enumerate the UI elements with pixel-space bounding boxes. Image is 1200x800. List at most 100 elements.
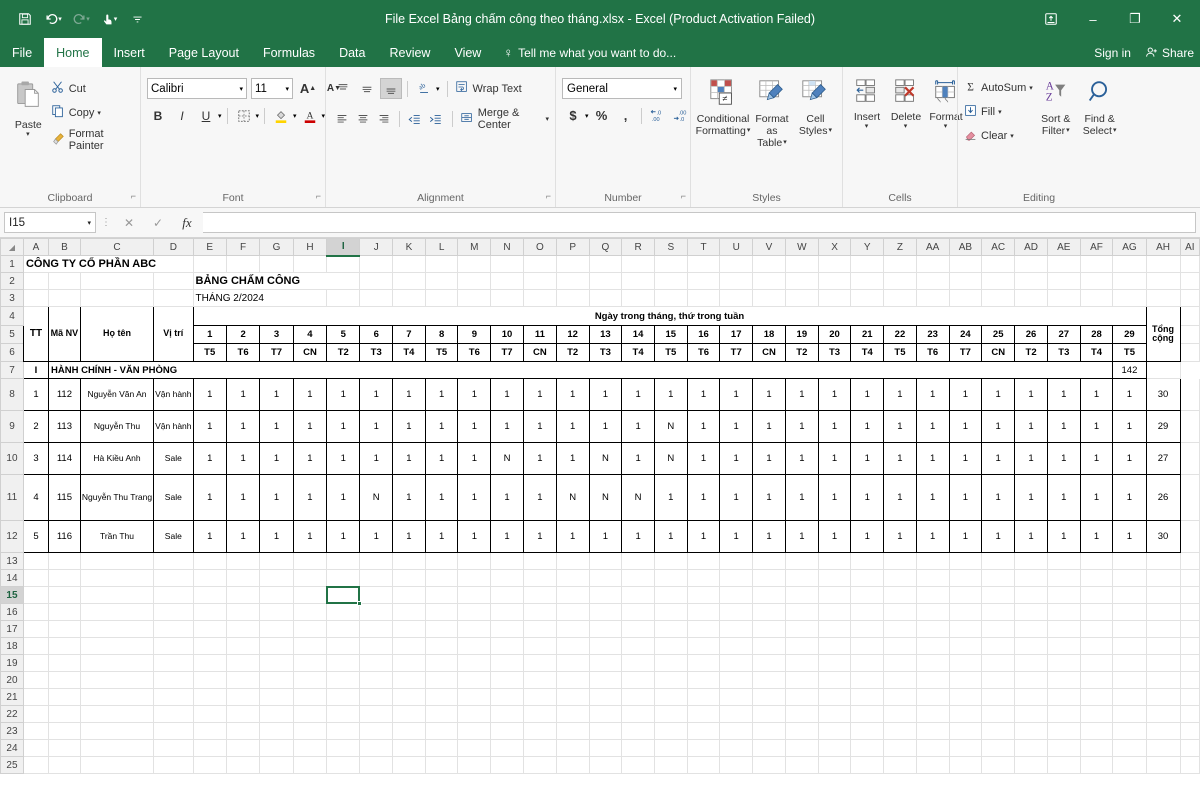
empty-cell[interactable] <box>153 552 194 570</box>
attendance-mark[interactable]: 1 <box>1014 474 1048 521</box>
empty-cell[interactable] <box>818 671 852 689</box>
empty-cell[interactable] <box>981 671 1016 689</box>
empty-cell[interactable] <box>359 756 394 774</box>
empty-cell[interactable] <box>1080 272 1114 290</box>
empty-cell[interactable] <box>556 739 590 757</box>
empty-cell[interactable] <box>752 739 786 757</box>
weekday-9[interactable]: T6 <box>457 343 492 362</box>
day-number-10[interactable]: 10 <box>490 325 524 344</box>
attendance-mark[interactable]: 1 <box>326 442 361 475</box>
column-header-e[interactable]: E <box>192 238 227 256</box>
attendance-mark[interactable]: 1 <box>392 474 426 521</box>
empty-cell[interactable] <box>654 603 688 621</box>
empty-cell[interactable] <box>589 705 623 723</box>
empty-cell[interactable] <box>1146 361 1181 379</box>
attendance-mark[interactable]: 1 <box>555 410 590 443</box>
attendance-mark[interactable]: 1 <box>915 442 950 475</box>
empty-cell[interactable] <box>193 255 227 273</box>
tab-home[interactable]: Home <box>44 38 102 67</box>
attendance-mark[interactable]: 1 <box>817 410 852 443</box>
empty-cell[interactable] <box>1146 671 1181 689</box>
empty-cell[interactable] <box>981 586 1016 604</box>
empty-cell[interactable] <box>883 603 917 621</box>
attendance-mark[interactable]: 1 <box>817 520 852 553</box>
empty-cell[interactable] <box>326 620 361 638</box>
empty-cell[interactable] <box>293 569 328 587</box>
touch-mode-icon[interactable]: ▾ <box>96 6 122 32</box>
empty-cell[interactable] <box>556 637 590 655</box>
day-number-5[interactable]: 5 <box>326 325 361 344</box>
empty-cell[interactable] <box>457 552 492 570</box>
format-as-table-button[interactable]: Format as Table ▾ <box>751 76 793 151</box>
attendance-mark[interactable]: 1 <box>326 410 361 443</box>
empty-cell[interactable] <box>1146 688 1181 706</box>
empty-cell[interactable] <box>1014 705 1048 723</box>
empty-cell[interactable] <box>1112 756 1147 774</box>
empty-cell[interactable] <box>850 586 885 604</box>
empty-cell[interactable] <box>850 620 885 638</box>
attendance-mark[interactable]: 1 <box>555 520 590 553</box>
attendance-mark[interactable]: 1 <box>883 410 917 443</box>
weekday-2[interactable]: T6 <box>225 343 261 362</box>
attendance-mark[interactable]: 1 <box>1112 442 1147 475</box>
empty-cell[interactable] <box>687 637 721 655</box>
empty-cell[interactable] <box>883 671 917 689</box>
employee-total[interactable]: 30 <box>1145 520 1181 553</box>
empty-cell[interactable] <box>523 671 557 689</box>
empty-cell[interactable] <box>1047 552 1081 570</box>
header-vi-tri[interactable]: Vị trí <box>153 306 194 362</box>
empty-cell[interactable] <box>1112 637 1147 655</box>
empty-cell[interactable] <box>687 272 721 290</box>
empty-cell[interactable] <box>850 603 885 621</box>
empty-cell[interactable] <box>392 654 426 672</box>
fill-color-dropdown-icon[interactable]: ▾ <box>293 112 297 120</box>
empty-cell[interactable] <box>981 739 1016 757</box>
font-size-input[interactable]: 11 ▾ <box>251 78 293 99</box>
empty-cell[interactable] <box>556 569 590 587</box>
empty-cell[interactable] <box>785 255 819 273</box>
empty-cell[interactable] <box>326 722 361 740</box>
empty-cell[interactable] <box>457 255 492 273</box>
empty-cell[interactable] <box>850 637 885 655</box>
attendance-mark[interactable]: 1 <box>259 378 294 411</box>
empty-cell[interactable] <box>1080 654 1114 672</box>
attendance-mark[interactable]: 1 <box>326 474 361 521</box>
empty-cell[interactable] <box>293 586 328 604</box>
attendance-mark[interactable]: 1 <box>719 474 754 521</box>
empty-cell[interactable] <box>719 671 754 689</box>
empty-cell[interactable] <box>326 705 361 723</box>
column-header-ac[interactable]: AC <box>981 238 1016 256</box>
empty-cell[interactable] <box>1180 654 1200 672</box>
empty-cell[interactable] <box>556 722 590 740</box>
empty-cell[interactable] <box>153 705 194 723</box>
attendance-mark[interactable]: 1 <box>621 520 655 553</box>
column-header-ae[interactable]: AE <box>1046 238 1081 256</box>
attendance-mark[interactable]: 1 <box>292 442 328 475</box>
empty-cell[interactable] <box>193 756 227 774</box>
empty-cell[interactable] <box>80 552 155 570</box>
empty-cell[interactable] <box>1180 255 1200 273</box>
empty-cell[interactable] <box>1112 255 1147 273</box>
employee-code[interactable]: 113 <box>48 410 81 443</box>
empty-cell[interactable] <box>153 739 194 757</box>
empty-cell[interactable] <box>425 756 459 774</box>
empty-cell[interactable] <box>523 756 557 774</box>
day-number-12[interactable]: 12 <box>555 325 590 344</box>
empty-cell[interactable] <box>981 255 1016 273</box>
attendance-mark[interactable]: 1 <box>686 474 721 521</box>
row-header-19[interactable]: 19 <box>0 654 24 672</box>
empty-cell[interactable] <box>883 272 917 290</box>
empty-cell[interactable] <box>425 255 459 273</box>
empty-cell[interactable] <box>1014 289 1048 307</box>
attendance-mark[interactable]: 1 <box>1079 442 1114 475</box>
empty-cell[interactable] <box>850 654 885 672</box>
empty-cell[interactable] <box>687 722 721 740</box>
empty-cell[interactable] <box>949 586 983 604</box>
empty-cell[interactable] <box>293 756 328 774</box>
attendance-mark[interactable]: 1 <box>292 520 328 553</box>
column-header-f[interactable]: F <box>225 238 261 256</box>
empty-cell[interactable] <box>785 722 819 740</box>
empty-cell[interactable] <box>226 637 261 655</box>
empty-cell[interactable] <box>392 552 426 570</box>
empty-cell[interactable] <box>425 739 459 757</box>
